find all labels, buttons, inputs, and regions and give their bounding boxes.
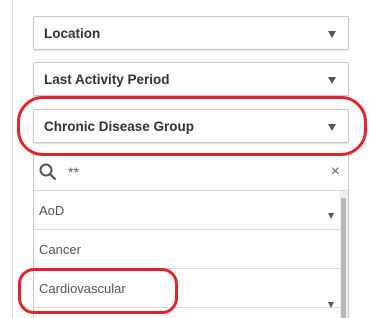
scrollbar-thumb[interactable] [341, 198, 346, 318]
chevron-down-icon[interactable] [328, 77, 336, 84]
search-icon [39, 163, 57, 181]
list-item[interactable]: AoD [34, 192, 348, 230]
chevron-down-icon[interactable] [328, 31, 336, 38]
location-filter[interactable]: Location [33, 16, 349, 50]
annotation-highlight-chronic-disease [17, 96, 367, 156]
annotation-highlight-cardiovascular [18, 268, 178, 314]
list-item[interactable]: Cancer [34, 231, 348, 269]
search-input[interactable] [68, 162, 308, 182]
last-activity-period-filter-label: Last Activity Period [44, 72, 170, 87]
list-item-label: AoD [39, 203, 65, 218]
chevron-down-icon [328, 302, 334, 308]
panel-divider [12, 0, 13, 318]
close-icon[interactable]: × [331, 163, 340, 181]
search-row: × [34, 154, 348, 191]
chevron-down-icon [328, 213, 334, 219]
location-filter-label: Location [44, 26, 101, 41]
list-item-label: Cancer [39, 242, 81, 257]
last-activity-period-filter[interactable]: Last Activity Period [33, 62, 349, 96]
